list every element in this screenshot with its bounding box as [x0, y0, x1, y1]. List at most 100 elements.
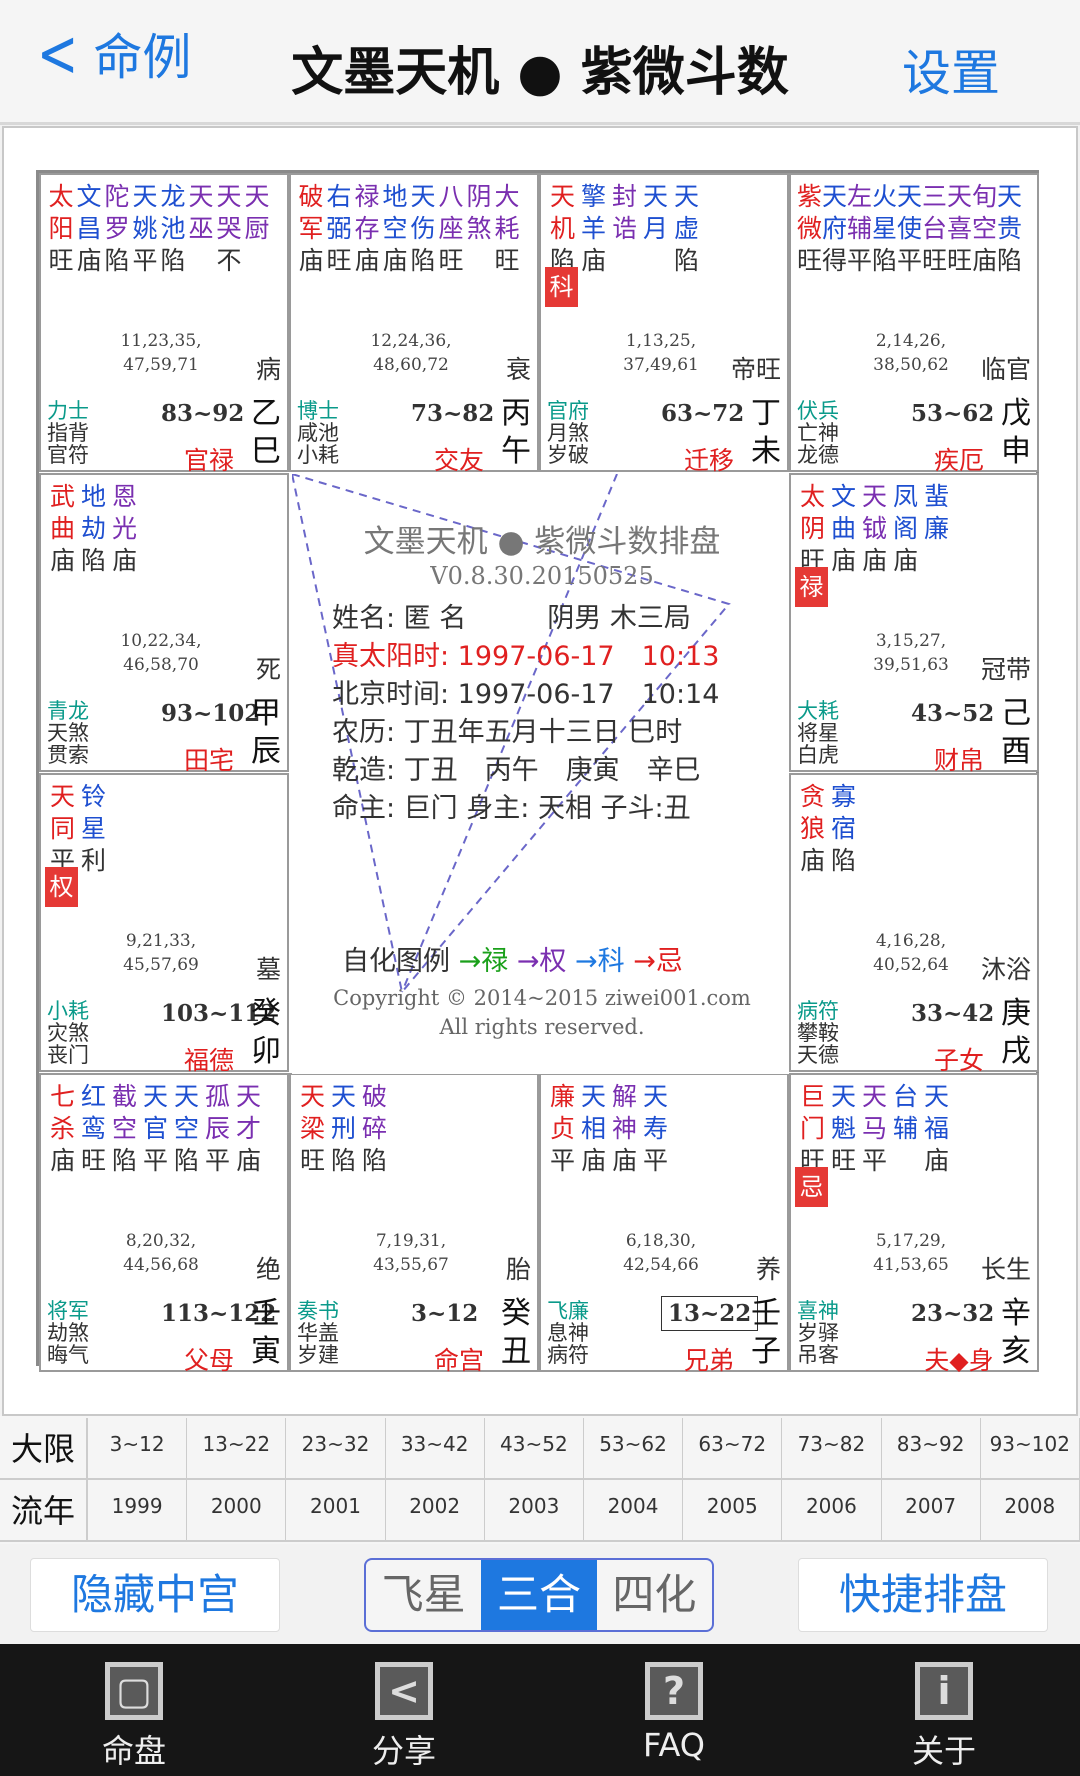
palace-si[interactable]: 太文陀天龙天天天太文陀天龙天天天阳昌罗姚池巫哭厨阳昌罗姚池巫哭厨旺庙陷平陷 不旺… [39, 173, 289, 475]
god-3: 岁建 [297, 1343, 339, 1367]
star-char: 八 [438, 182, 464, 211]
ming-zhu-line: 命主: 巨门 身主: 天相 子斗:丑 [332, 793, 691, 824]
star-char: 厨 [244, 214, 270, 243]
palace-you[interactable]: 太文天凤蜚太文天凤蜚阴曲钺阁廉阴曲钺阁廉旺庙庙庙旺庙庙庙禄3,15,27,39,… [789, 473, 1039, 775]
liunian-cell[interactable]: 2004 [584, 1480, 684, 1540]
hide-center-button[interactable]: 隐藏中宫 [30, 1558, 280, 1632]
star-char: 庙 [580, 246, 606, 275]
palace-hai[interactable]: 巨天天台天巨天天台天门魁马辅福门魁马辅福旺旺平 庙旺旺平 庙忌5,17,29,4… [789, 1073, 1039, 1375]
liunian-cell[interactable]: 2006 [782, 1480, 882, 1540]
star-char: 地 [80, 482, 106, 511]
star-char: 辅 [892, 1114, 918, 1143]
god-1: 小耗 [47, 999, 89, 1023]
god-3: 病符 [547, 1343, 589, 1367]
palace-wu[interactable]: 破右禄地天八阴大破右禄地天八阴大军弼存空伤座煞耗军弼存空伤座煞耗庙旺庙庙陷旺 旺… [289, 173, 539, 475]
daxian-cell[interactable]: 73~82 [782, 1418, 882, 1478]
palace-wei[interactable]: 天擎封天天天擎封天天机羊诰月虚机羊诰月虚陷庙 陷陷庙 陷科1,13,25,37,… [539, 173, 789, 475]
daxian-cell[interactable]: 53~62 [584, 1418, 684, 1478]
star-char: 庙 [580, 1146, 606, 1175]
tab-sanhe[interactable]: 三合 [481, 1560, 597, 1630]
daxian-liunian-table: 大限 3~12 13~22 23~32 33~42 43~52 53~62 63~72 73~… [0, 1416, 1080, 1544]
liunian-cell[interactable]: 1999 [88, 1480, 188, 1540]
stars-row-3-chars: 庙陷庙 [47, 545, 140, 577]
star-char: 地 [382, 182, 408, 211]
changsheng-phase: 胎 [505, 1255, 531, 1284]
palace-mao[interactable]: 天铃天铃同星同星平利平利权9,21,33,45,57,69墓小耗灾煞丧门103~… [39, 773, 289, 1075]
daxian-cell[interactable]: 43~52 [485, 1418, 584, 1478]
ages-list: 3,15,27, 39,51,63 [851, 629, 971, 677]
nav-item-faq[interactable]: ? FAQ [604, 1662, 744, 1764]
nav-item-about[interactable]: i 关于 [874, 1662, 1014, 1772]
star-char: 天 [49, 782, 75, 811]
settings-button[interactable]: 设置 [902, 34, 1000, 105]
god-3: 丧门 [47, 1043, 89, 1067]
stem-branch: 庚戌 [1001, 995, 1031, 1071]
star-char: 庙 [49, 546, 75, 575]
tab-feixing[interactable]: 飞星 [366, 1560, 481, 1630]
tab-sihua[interactable]: 四化 [597, 1560, 712, 1630]
earthly-branch: 午 [501, 434, 531, 469]
daxian-cell[interactable]: 63~72 [683, 1418, 783, 1478]
palace-name: 命宫 [433, 1346, 484, 1375]
ages-line-1: 12,24,36, [370, 331, 452, 351]
gods-block: 病符 攀鞍 天德 [797, 1000, 839, 1066]
star-char: 陷 [830, 846, 856, 875]
daxian-cell[interactable]: 13~22 [187, 1418, 287, 1478]
liunian-cell[interactable]: 2005 [683, 1480, 783, 1540]
god-1: 飞廉 [547, 1299, 589, 1323]
nav-item-share[interactable]: < 分享 [334, 1662, 474, 1772]
sihua-mark: 忌 [795, 1167, 828, 1207]
stars-row-1-chars: 武地恩 [47, 481, 140, 513]
palace-shen[interactable]: 紫天左火天三天旬天紫天左火天三天旬天微府辅星使台喜空贵微府辅星使台喜空贵旺得平陷… [789, 173, 1039, 475]
palace-yin[interactable]: 七红截天天孤天七红截天天孤天杀鸾空官空辰才杀鸾空官空辰才庙旺陷平陷平庙庙旺陷平陷… [39, 1073, 289, 1375]
heavenly-stem: 壬 [251, 1296, 281, 1331]
liunian-cell[interactable]: 2002 [386, 1480, 485, 1540]
star-char: 左 [847, 182, 873, 211]
ages-line-1: 5,17,29, [875, 1231, 947, 1251]
palace-chou[interactable]: 天天破天天破梁刑碎梁刑碎旺陷陷旺陷陷7,19,31,43,55,67胎奏书华盖岁… [289, 1073, 539, 1375]
star-char: 弼 [326, 214, 352, 243]
ages-line-1: 6,18,30, [625, 1231, 697, 1251]
liunian-cell[interactable]: 2000 [187, 1480, 287, 1540]
daxian-cell[interactable]: 23~32 [286, 1418, 386, 1478]
bottom-nav: ▢ 命盘 < 分享 ? FAQ i 关于 [0, 1644, 1080, 1776]
question-icon: ? [645, 1662, 703, 1720]
palace-xu[interactable]: 贪寡贪寡狼宿狼宿庙陷庙陷 4,16,28, 40,52,64 沐浴病符攀鞍天德 33~4… [789, 773, 1039, 1075]
palace-name: 疾厄 [933, 446, 984, 475]
daxian-cell[interactable]: 93~102 [981, 1418, 1080, 1478]
star-char: 庙 [76, 246, 102, 275]
ages-line-2: 43,55,67 [373, 1255, 449, 1275]
palace-zi[interactable]: 廉天解天廉天解天贞相神寿贞相神寿平庙庙平平庙庙平6,18,30,42,54,66… [539, 1073, 789, 1375]
stars-block: 破右禄地天八阴大破右禄地天八阴大军弼存空伤座煞耗军弼存空伤座煞耗庙旺庙庙陷旺 旺… [297, 181, 521, 277]
earthly-branch: 巳 [251, 434, 281, 469]
changsheng-phase: 绝 [255, 1255, 281, 1284]
ziwei-chart: 太文陀天龙天天天太文陀天龙天天天阳昌罗姚池巫哭厨阳昌罗姚池巫哭厨旺庙陷平陷 不旺… [36, 170, 1039, 1375]
stem-branch: 辛亥 [1001, 1295, 1031, 1371]
star-char: 红 [80, 1082, 106, 1111]
changsheng-phase: 沐浴 [980, 955, 1031, 984]
daxian-cell[interactable]: 3~12 [88, 1418, 188, 1478]
liunian-cell[interactable]: 2001 [286, 1480, 386, 1540]
god-1: 奏书 [297, 1299, 339, 1323]
star-char: 罗 [104, 214, 130, 243]
ages-line-1: 1,13,25, [625, 331, 697, 351]
palace-chen[interactable]: 武地恩武地恩曲劫光曲劫光庙陷庙庙陷庙 10,22,34, 46,58,70 死青龙天煞… [39, 473, 289, 775]
liunian-cell[interactable]: 2007 [882, 1480, 981, 1540]
palace-name: 财帛 [933, 746, 984, 775]
liunian-cell[interactable]: 2003 [485, 1480, 584, 1540]
star-char: 劫 [80, 514, 106, 543]
star-char: 空 [111, 1114, 137, 1143]
star-char: 曲 [830, 514, 856, 543]
daxian-cell[interactable]: 83~92 [882, 1418, 981, 1478]
palace-name: 官禄 [183, 446, 234, 475]
palace-name: 迁移 [683, 446, 734, 475]
liunian-cell[interactable]: 2008 [981, 1480, 1080, 1540]
daxian-cell[interactable]: 33~42 [386, 1418, 485, 1478]
stars-row-3-chars: 平庙庙平 [547, 1145, 671, 1177]
star-char: 天 [216, 182, 242, 211]
star-char: 贪 [799, 782, 825, 811]
heavenly-stem: 辛 [1001, 1296, 1031, 1331]
nav-item-chart[interactable]: ▢ 命盘 [64, 1662, 204, 1772]
star-char: 天 [580, 1082, 606, 1111]
quick-chart-button[interactable]: 快捷排盘 [798, 1558, 1048, 1632]
